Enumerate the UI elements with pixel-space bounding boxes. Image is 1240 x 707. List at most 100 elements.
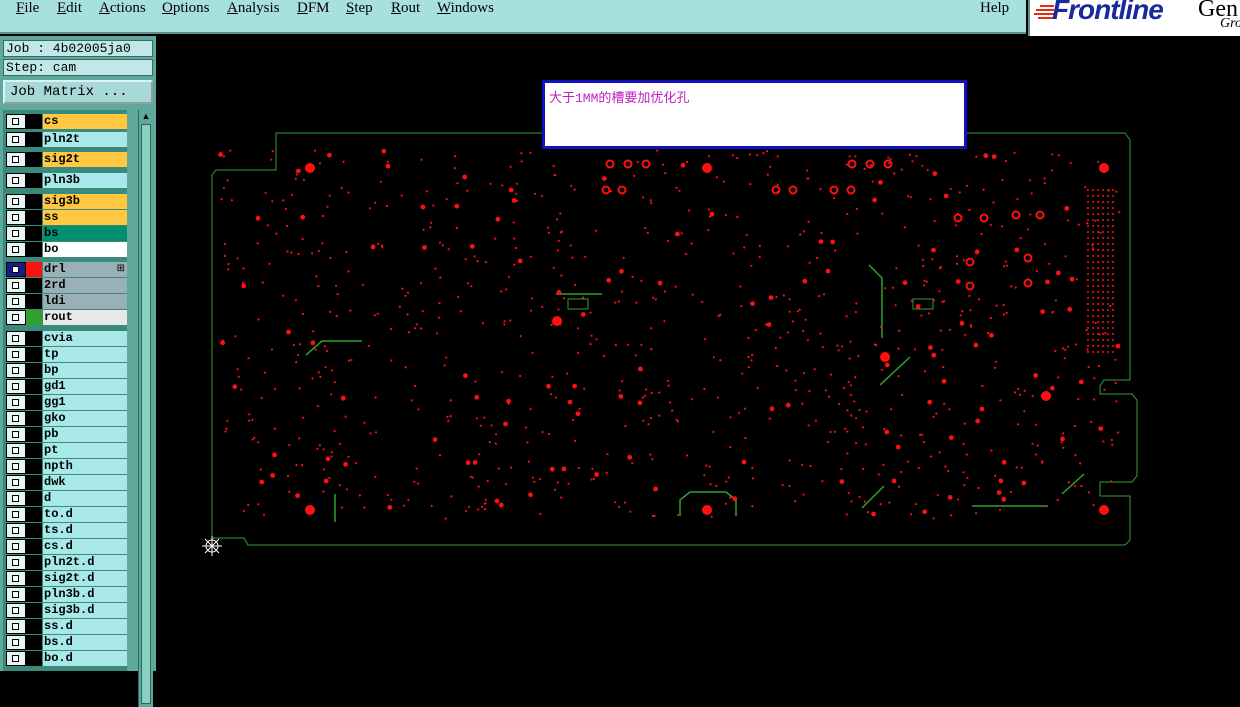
layer-checkbox[interactable] (6, 173, 26, 188)
layer-color-swatch[interactable] (26, 226, 42, 241)
layer-checkbox[interactable] (6, 507, 26, 522)
layer-name[interactable]: sig2t (43, 152, 127, 167)
layer-row-bs[interactable]: bs (6, 226, 127, 241)
layer-checkbox[interactable] (6, 395, 26, 410)
layer-name[interactable]: bs.d (43, 635, 127, 650)
layer-name[interactable]: pln3b (43, 173, 127, 188)
layer-color-swatch[interactable] (26, 173, 42, 188)
layer-row-cs[interactable]: cs (6, 114, 127, 129)
layer-color-swatch[interactable] (26, 507, 42, 522)
layer-checkbox[interactable] (6, 152, 26, 167)
menu-rout[interactable]: Rout (391, 0, 420, 17)
layer-name[interactable]: bs (43, 226, 127, 241)
layer-name[interactable]: cs (43, 114, 127, 129)
layer-name[interactable]: pb (43, 427, 127, 442)
layer-name[interactable]: gko (43, 411, 127, 426)
layer-checkbox[interactable] (6, 294, 26, 309)
layer-row-rout[interactable]: rout (6, 310, 127, 325)
layer-name[interactable]: rout (43, 310, 127, 325)
layer-color-swatch[interactable] (26, 114, 42, 129)
layer-color-swatch[interactable] (26, 152, 42, 167)
layer-color-swatch[interactable] (26, 427, 42, 442)
layer-name[interactable]: pln2t (43, 132, 127, 147)
layer-checkbox[interactable] (6, 651, 26, 666)
layer-checkbox[interactable] (6, 132, 26, 147)
layer-name[interactable]: 2rd (43, 278, 127, 293)
layer-name[interactable]: npth (43, 459, 127, 474)
layer-color-swatch[interactable] (26, 459, 42, 474)
layer-row-cvia[interactable]: cvia (6, 331, 127, 346)
layer-checkbox[interactable] (6, 603, 26, 618)
menu-step[interactable]: Step (346, 0, 373, 17)
layer-color-swatch[interactable] (26, 278, 42, 293)
layer-checkbox[interactable] (6, 571, 26, 586)
layer-checkbox[interactable] (6, 443, 26, 458)
layer-checkbox[interactable] (6, 262, 26, 277)
layer-name[interactable]: sig3b (43, 194, 127, 209)
layer-row-tp[interactable]: tp (6, 347, 127, 362)
layer-name[interactable]: pln2t.d (43, 555, 127, 570)
layer-checkbox[interactable] (6, 635, 26, 650)
layer-checkbox[interactable] (6, 555, 26, 570)
layer-checkbox[interactable] (6, 411, 26, 426)
layer-checkbox[interactable] (6, 226, 26, 241)
layer-checkbox[interactable] (6, 210, 26, 225)
menu-help[interactable]: Help (980, 0, 1009, 17)
layer-name[interactable]: cvia (43, 331, 127, 346)
layer-checkbox[interactable] (6, 491, 26, 506)
menu-edit[interactable]: Edit (57, 0, 82, 17)
layer-name[interactable]: tp (43, 347, 127, 362)
layer-name[interactable]: gd1 (43, 379, 127, 394)
layer-color-swatch[interactable] (26, 310, 42, 325)
job-matrix-button[interactable]: Job Matrix ... (3, 80, 153, 104)
layer-color-swatch[interactable] (26, 294, 42, 309)
layer-name[interactable]: to.d (43, 507, 127, 522)
layer-name[interactable]: ts.d (43, 523, 127, 538)
scroll-up-arrow-icon[interactable]: ▲ (139, 110, 153, 122)
layer-color-swatch[interactable] (26, 491, 42, 506)
layer-checkbox[interactable] (6, 427, 26, 442)
note-popup[interactable]: 大于1MM的槽要加优化孔 (542, 80, 967, 149)
layer-checkbox[interactable] (6, 475, 26, 490)
layer-row-sig2t-d[interactable]: sig2t.d (6, 571, 127, 586)
layer-row-ss-d[interactable]: ss.d (6, 619, 127, 634)
layer-name[interactable]: d (43, 491, 127, 506)
layer-color-swatch[interactable] (26, 475, 42, 490)
layer-row-pb[interactable]: pb (6, 427, 127, 442)
layer-row-drl[interactable]: drl ⊞ (6, 262, 127, 277)
layer-name[interactable]: bp (43, 363, 127, 378)
layer-name[interactable]: dwk (43, 475, 127, 490)
layer-checkbox[interactable] (6, 347, 26, 362)
layer-name[interactable]: ss.d (43, 619, 127, 634)
layer-color-swatch[interactable] (26, 651, 42, 666)
layer-checkbox[interactable] (6, 587, 26, 602)
layer-row-bs-d[interactable]: bs.d (6, 635, 127, 650)
layer-row-bo[interactable]: bo (6, 242, 127, 257)
layer-checkbox[interactable] (6, 331, 26, 346)
layer-name[interactable]: gg1 (43, 395, 127, 410)
layer-name[interactable]: sig2t.d (43, 571, 127, 586)
layer-row-pln3b-d[interactable]: pln3b.d (6, 587, 127, 602)
layer-row-ss[interactable]: ss (6, 210, 127, 225)
layer-color-swatch[interactable] (26, 242, 42, 257)
layer-checkbox[interactable] (6, 523, 26, 538)
scroll-thumb[interactable] (141, 124, 151, 704)
layer-color-swatch[interactable] (26, 132, 42, 147)
layer-row-pln3b[interactable]: pln3b (6, 173, 127, 188)
layer-row-bp[interactable]: bp (6, 363, 127, 378)
layer-color-swatch[interactable] (26, 571, 42, 586)
layer-checkbox[interactable] (6, 539, 26, 554)
layer-row-dwk[interactable]: dwk (6, 475, 127, 490)
menu-options[interactable]: Options (162, 0, 210, 17)
layer-name[interactable]: pt (43, 443, 127, 458)
layer-row-to-d[interactable]: to.d (6, 507, 127, 522)
layer-color-swatch[interactable] (26, 210, 42, 225)
layer-checkbox[interactable] (6, 278, 26, 293)
layer-row-pln2t[interactable]: pln2t (6, 132, 127, 147)
layer-name[interactable]: ss (43, 210, 127, 225)
menu-file[interactable]: File (16, 0, 39, 17)
layer-row-gd1[interactable]: gd1 (6, 379, 127, 394)
layer-name[interactable]: bo (43, 242, 127, 257)
layer-color-swatch[interactable] (26, 411, 42, 426)
layer-row-sig3b-d[interactable]: sig3b.d (6, 603, 127, 618)
